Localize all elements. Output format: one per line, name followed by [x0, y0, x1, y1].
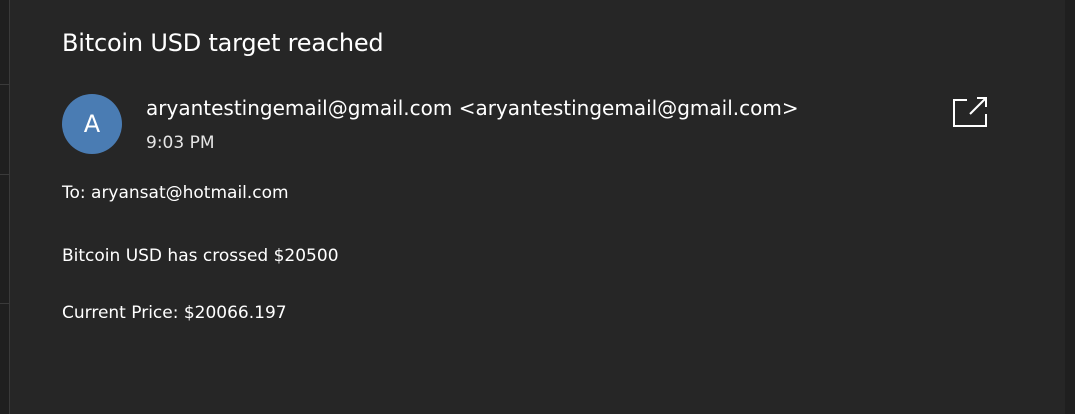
email-body-line: Current Price: $20066.197 — [62, 303, 287, 323]
email-time: 9:03 PM — [146, 133, 215, 153]
divider — [0, 303, 9, 304]
left-pane-edge — [0, 0, 10, 414]
right-pane-edge — [1065, 0, 1075, 414]
open-in-new-window-button[interactable] — [950, 94, 990, 128]
email-body-line: Bitcoin USD has crossed $20500 — [62, 246, 339, 266]
reading-pane: Bitcoin USD target reached A aryantestin… — [10, 0, 1065, 414]
email-subject: Bitcoin USD target reached — [62, 29, 384, 57]
sender-avatar[interactable]: A — [62, 94, 122, 154]
recipient-line: To: aryansat@hotmail.com — [62, 183, 289, 203]
avatar-letter: A — [83, 110, 101, 138]
divider — [0, 84, 9, 85]
sender-address[interactable]: aryantestingemail@gmail.com <aryantestin… — [146, 96, 799, 120]
divider — [0, 174, 9, 175]
open-in-new-window-icon — [953, 97, 987, 127]
